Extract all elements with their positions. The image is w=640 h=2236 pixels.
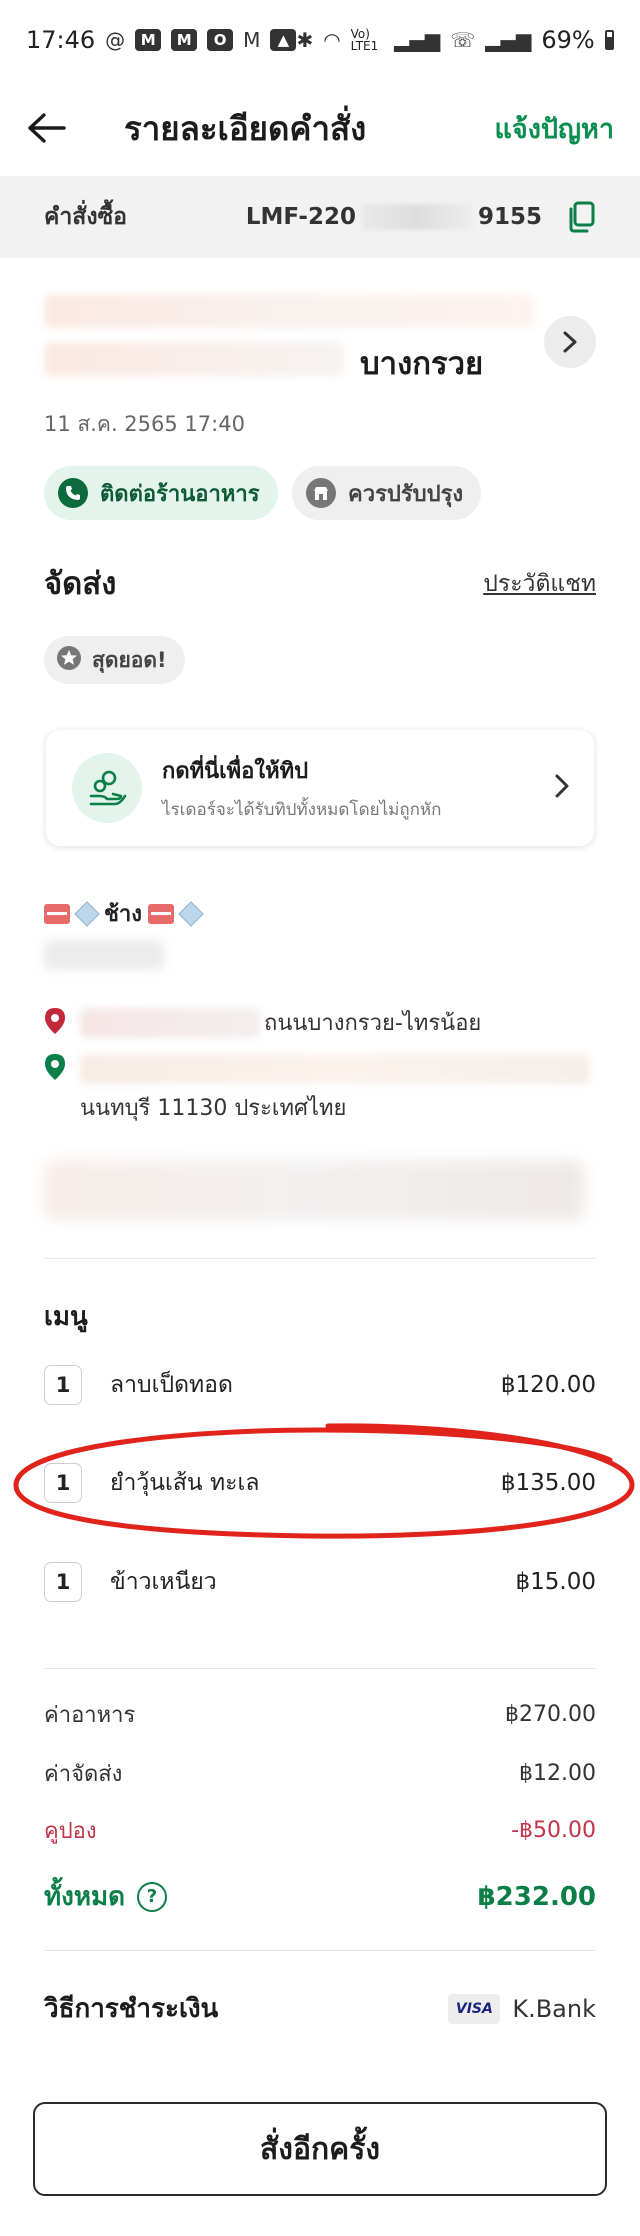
signal-icon: ▂▄▆ — [485, 28, 532, 52]
gmail-icon: M — [171, 29, 198, 51]
pickup-address: ถนนบางกรวย-ไทรน้อย — [264, 1011, 482, 1036]
delivery-fee-row: ค่าจัดส่ง ฿12.00 — [44, 1756, 596, 1791]
report-problem-link[interactable]: แจ้งปัญหา — [494, 107, 614, 150]
coupon-row: คูปอง -฿50.00 — [44, 1813, 596, 1848]
total-label: ทั้งหมด — [44, 1882, 125, 1912]
restaurant-header[interactable]: บางกรวย — [44, 284, 596, 394]
order-id-prefix: LMF-220 — [245, 204, 356, 230]
item-price: ฿15.00 — [515, 1569, 596, 1595]
chat-history-link[interactable]: ประวัติแชท — [483, 566, 596, 602]
chevron-right-icon — [554, 773, 570, 803]
chevron-right-icon[interactable] — [544, 316, 596, 368]
total-value: ฿232.00 — [477, 1881, 596, 1912]
divider — [44, 1258, 596, 1259]
gmail-icon: M — [135, 29, 162, 51]
tip-subtitle: ไรเดอร์จะได้รับทิปทั้งหมดโดยไม่ถูกหัก — [162, 800, 442, 820]
redacted-restaurant-name — [44, 294, 534, 328]
emoji-icon — [44, 903, 70, 924]
order-id: LMF-220 9155 — [246, 204, 542, 230]
needs-improvement-label: ควรปรับปรุง — [348, 481, 464, 507]
outlook-icon: O — [207, 29, 234, 51]
dropoff-address: นนทบุรี 11130 ประเทศไทย — [80, 1096, 347, 1121]
menu-item: 1 ยำวุ้นเส้น ทะเล ฿135.00 — [44, 1458, 596, 1508]
app-bar: รายละเอียดคำสั่ง แจ้งปัญหา — [0, 80, 640, 176]
coupon-value: -฿50.00 — [511, 1818, 596, 1843]
delivery-fee-value: ฿12.00 — [519, 1761, 596, 1786]
order-datetime: 11 ส.ค. 2565 17:40 — [44, 412, 245, 436]
payment-method-label: วิธีการชำระเงิน — [44, 1994, 219, 2024]
redacted-pickup-address — [80, 1007, 260, 1038]
status-time: 17:46 — [26, 26, 96, 54]
item-quantity: 1 — [44, 1463, 82, 1503]
battery-icon — [604, 30, 614, 50]
bank-name: K.Bank — [512, 1994, 596, 2023]
bluetooth-icon: ✱ — [296, 28, 314, 52]
gallery-icon: ▲ — [270, 29, 297, 51]
dropoff-address-row — [44, 1053, 590, 1085]
rating-label: สุดยอด! — [92, 647, 167, 672]
wifi-icon: ◠ — [323, 28, 341, 52]
reorder-button[interactable]: สั่งอีกครั้ง — [33, 2102, 607, 2196]
rider-name: ช้าง — [44, 896, 206, 931]
star-icon — [56, 645, 82, 676]
coupon-label: คูปอง — [44, 1819, 97, 1844]
emoji-icon — [74, 900, 100, 927]
redacted-dropoff-address — [80, 1054, 590, 1084]
rider-rating-badge: สุดยอด! — [44, 636, 185, 684]
pickup-pin-icon — [44, 1007, 66, 1039]
order-id-suffix: 9155 — [477, 204, 542, 230]
restaurant-icon — [306, 478, 336, 508]
menu-section-title: เมนู — [44, 1302, 88, 1332]
food-cost-row: ค่าอาหาร ฿270.00 — [44, 1697, 596, 1732]
contact-restaurant-label: ติดต่อร้านอาหาร — [100, 481, 260, 507]
tip-rider-card[interactable]: กดที่นี่เพื่อให้ทิป ไรเดอร์จะได้รับทิปทั… — [46, 730, 594, 846]
food-cost-value: ฿270.00 — [505, 1702, 596, 1727]
redacted-restaurant-name — [44, 342, 344, 376]
needs-improvement-button[interactable]: ควรปรับปรุง — [292, 466, 482, 520]
back-arrow-icon[interactable] — [26, 98, 86, 158]
delivery-fee-label: ค่าจัดส่ง — [44, 1762, 123, 1787]
item-quantity: 1 — [44, 1562, 82, 1602]
contact-restaurant-button[interactable]: ติดต่อร้านอาหาร — [44, 466, 278, 520]
page-title: รายละเอียดคำสั่ง — [124, 108, 367, 148]
network-label: Vo) LTE1 — [350, 27, 379, 53]
item-name: ข้าวเหนียว — [110, 1569, 217, 1595]
order-id-row: คำสั่งซื้อ LMF-220 9155 — [0, 176, 640, 258]
divider — [44, 1950, 596, 1951]
redacted-rider-info — [44, 940, 164, 970]
restaurant-name: บางกรวย — [360, 346, 484, 382]
battery-percent: 69% — [541, 26, 595, 54]
pickup-address-row: ถนนบางกรวย-ไทรน้อย — [44, 1005, 481, 1040]
redacted-delivery-note — [44, 1160, 584, 1220]
copy-icon[interactable] — [566, 201, 596, 233]
menu-item: 1 ข้าวเหนียว ฿15.00 — [44, 1557, 596, 1607]
status-bar: 17:46 @ M M O M ▲ ✱ ◠ Vo) LTE1 ▂▄▆ ☏ ▂▄▆… — [0, 0, 640, 80]
delivery-section-title: จัดส่ง — [44, 566, 117, 602]
payment-method-row: วิธีการชำระเงิน VISA K.Bank — [44, 1988, 596, 2029]
call-icon: ☏ — [450, 28, 476, 52]
menu-item: 1 ลาบเป็ดทอด ฿120.00 — [44, 1360, 596, 1410]
total-row: ทั้งหมด ? ฿232.00 — [44, 1876, 596, 1917]
food-cost-label: ค่าอาหาร — [44, 1703, 136, 1728]
item-quantity: 1 — [44, 1365, 82, 1405]
threads-icon: @ — [105, 28, 126, 52]
item-price: ฿135.00 — [500, 1470, 596, 1496]
emoji-icon — [178, 900, 204, 927]
help-icon[interactable]: ? — [137, 1881, 167, 1912]
rider-name-text: ช้าง — [104, 902, 143, 927]
order-label: คำสั่งซื้อ — [44, 204, 127, 230]
signal-icon: ▂▄▆ — [394, 28, 441, 52]
dropoff-pin-icon — [44, 1053, 66, 1085]
divider — [44, 1668, 596, 1669]
tip-title: กดที่นี่เพื่อให้ทิป — [162, 759, 309, 784]
gmail-icon: M — [243, 28, 261, 52]
item-name: ยำวุ้นเส้น ทะเล — [110, 1470, 260, 1496]
item-name: ลาบเป็ดทอด — [110, 1372, 233, 1398]
tip-hand-icon — [72, 753, 142, 823]
item-price: ฿120.00 — [500, 1372, 596, 1398]
redacted-order-id — [361, 204, 472, 230]
emoji-icon — [148, 903, 175, 924]
visa-card-icon: VISA — [448, 1993, 501, 2024]
phone-icon — [58, 478, 88, 508]
